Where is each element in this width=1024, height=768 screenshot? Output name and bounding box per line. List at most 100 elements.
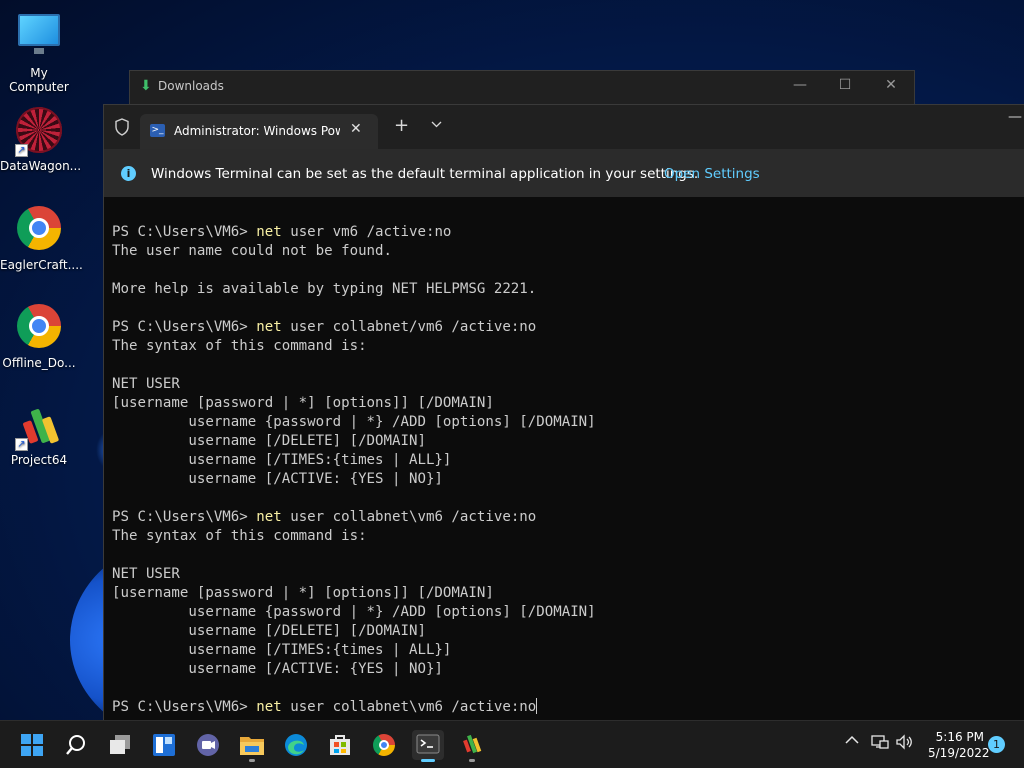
- downloads-close-button[interactable]: ✕: [881, 77, 901, 93]
- file-explorer-button[interactable]: [236, 730, 268, 762]
- task-view-button[interactable]: [104, 730, 136, 760]
- teams-chat-button[interactable]: [192, 730, 224, 760]
- volume-icon[interactable]: [895, 734, 913, 754]
- chrome-icon: [15, 304, 63, 352]
- console-output-line: username [/TIMES:{times | ALL}]: [112, 642, 452, 658]
- info-bar: i Windows Terminal can be set as the def…: [104, 149, 1024, 197]
- network-icon[interactable]: [871, 734, 889, 754]
- widgets-button[interactable]: [148, 730, 180, 760]
- console-output-line: More help is available by typing NET HEL…: [112, 281, 537, 297]
- desktop-icon-label: DataWagon...: [0, 159, 82, 173]
- terminal-minimize-button[interactable]: —: [1008, 109, 1022, 125]
- desktop-icon-label: My Computer: [9, 66, 69, 94]
- task-view-icon: [110, 735, 130, 754]
- console-output-line: The syntax of this command is:: [112, 528, 367, 544]
- start-icon: [21, 734, 43, 756]
- chrome-icon: [15, 206, 63, 254]
- console-command-line: PS C:\Users\VM6> net user vm6 /active:no: [112, 223, 1024, 242]
- downloads-minimize-button[interactable]: —: [790, 77, 810, 93]
- terminal-window[interactable]: >_ Administrator: Windows PowerShell ✕ +…: [103, 104, 1024, 720]
- text-cursor: [536, 698, 538, 714]
- new-tab-button[interactable]: +: [394, 115, 409, 136]
- desktop-icon-label: EaglerCraft....: [0, 258, 83, 272]
- downloads-window-title: Downloads: [158, 79, 224, 93]
- project64-button[interactable]: [456, 730, 488, 762]
- console-output-line: [username [password | *] [options]] [/DO…: [112, 395, 494, 411]
- console-output[interactable]: PS C:\Users\VM6> net user vm6 /active:no…: [112, 223, 1024, 717]
- terminal-icon: [416, 734, 440, 754]
- console-output-line: username [/ACTIVE: {YES | NO}]: [112, 471, 443, 487]
- tab-powershell[interactable]: >_ Administrator: Windows PowerShell ✕: [140, 114, 378, 149]
- admin-shield-icon: [112, 118, 132, 138]
- console-command-line: PS C:\Users\VM6> net user collabnet\vm6 …: [112, 698, 1024, 717]
- teams-chat-icon: [197, 734, 219, 756]
- terminal-button[interactable]: [412, 730, 444, 762]
- console-output-line: username [/DELETE] [/DOMAIN]: [112, 623, 426, 639]
- shortcut-arrow-icon: ↗: [15, 438, 28, 451]
- running-indicator: [249, 759, 255, 762]
- downloads-maximize-button[interactable]: ☐: [835, 77, 855, 93]
- download-arrow-icon: ⬇: [140, 78, 152, 94]
- project64-icon: ↗: [15, 401, 63, 451]
- clock[interactable]: 5:16 PM 5/19/2022: [928, 729, 990, 761]
- console-output-line: username [/DELETE] [/DOMAIN]: [112, 433, 426, 449]
- info-icon: i: [121, 166, 136, 181]
- terminal-tab-bar: >_ Administrator: Windows PowerShell ✕ +…: [104, 105, 1024, 149]
- open-settings-link[interactable]: Open Settings: [664, 166, 760, 182]
- console-output-line: username {password | *} /ADD [options] […: [112, 414, 596, 430]
- edge-icon: [285, 734, 307, 756]
- chrome-button[interactable]: [368, 730, 400, 760]
- widgets-icon: [153, 734, 175, 756]
- clock-date: 5/19/2022: [928, 746, 990, 760]
- console-command: net: [256, 319, 282, 335]
- console-command: net: [256, 509, 282, 525]
- tab-close-button[interactable]: ✕: [350, 121, 362, 137]
- store-button[interactable]: [324, 730, 356, 760]
- console-prompt: PS C:\Users\VM6>: [112, 224, 257, 240]
- console-prompt: PS C:\Users\VM6>: [112, 699, 257, 715]
- running-indicator: [421, 759, 435, 762]
- desktop-icon-eaglercraft[interactable]: EaglerCraft....: [0, 204, 83, 272]
- start-button[interactable]: [16, 730, 48, 760]
- console-output-line: username [/TIMES:{times | ALL}]: [112, 452, 452, 468]
- console-prompt: PS C:\Users\VM6>: [112, 509, 257, 525]
- tray-overflow-button[interactable]: [845, 733, 859, 749]
- desktop-icon-offline-do[interactable]: Offline_Do...: [0, 302, 78, 370]
- edge-button[interactable]: [280, 730, 312, 760]
- desktop-icon-datawagon[interactable]: ↗ DataWagon...: [0, 106, 82, 173]
- desktop-icon-project64[interactable]: ↗ Project64: [0, 400, 78, 467]
- console-prompt: PS C:\Users\VM6>: [112, 319, 257, 335]
- console-output-line: NET USER: [112, 376, 180, 392]
- running-indicator: [469, 759, 475, 762]
- desktop-icon-my-computer[interactable]: My Computer: [0, 10, 78, 94]
- console-command: net: [256, 699, 282, 715]
- store-icon: [330, 735, 350, 755]
- console-command-line: PS C:\Users\VM6> net user collabnet\vm6 …: [112, 508, 1024, 527]
- search-button[interactable]: [60, 730, 92, 760]
- clock-time: 5:16 PM: [935, 730, 984, 744]
- folder-icon: [240, 737, 264, 755]
- console-output-line: NET USER: [112, 566, 180, 582]
- console-command-line: PS C:\Users\VM6> net user collabnet/vm6 …: [112, 318, 1024, 337]
- datawagon-icon: ↗: [15, 107, 63, 157]
- console-output-line: [username [password | *] [options]] [/DO…: [112, 585, 494, 601]
- notification-badge[interactable]: 1: [988, 736, 1005, 753]
- tab-dropdown-button[interactable]: [431, 117, 442, 132]
- info-message: Windows Terminal can be set as the defau…: [151, 166, 699, 182]
- console-output-line: The user name could not be found.: [112, 243, 393, 259]
- search-icon: [66, 735, 85, 755]
- powershell-icon: >_: [150, 124, 165, 137]
- tab-title: Administrator: Windows PowerShell: [174, 124, 340, 138]
- taskbar: 5:16 PM 5/19/2022 1: [0, 720, 1024, 768]
- console-arguments: user collabnet\vm6 /active:no: [281, 509, 537, 525]
- console-arguments: user vm6 /active:no: [281, 224, 452, 240]
- desktop-icon-label: Offline_Do...: [2, 356, 76, 370]
- console-output-line: The syntax of this command is:: [112, 338, 367, 354]
- desktop-icon-label: Project64: [10, 453, 68, 467]
